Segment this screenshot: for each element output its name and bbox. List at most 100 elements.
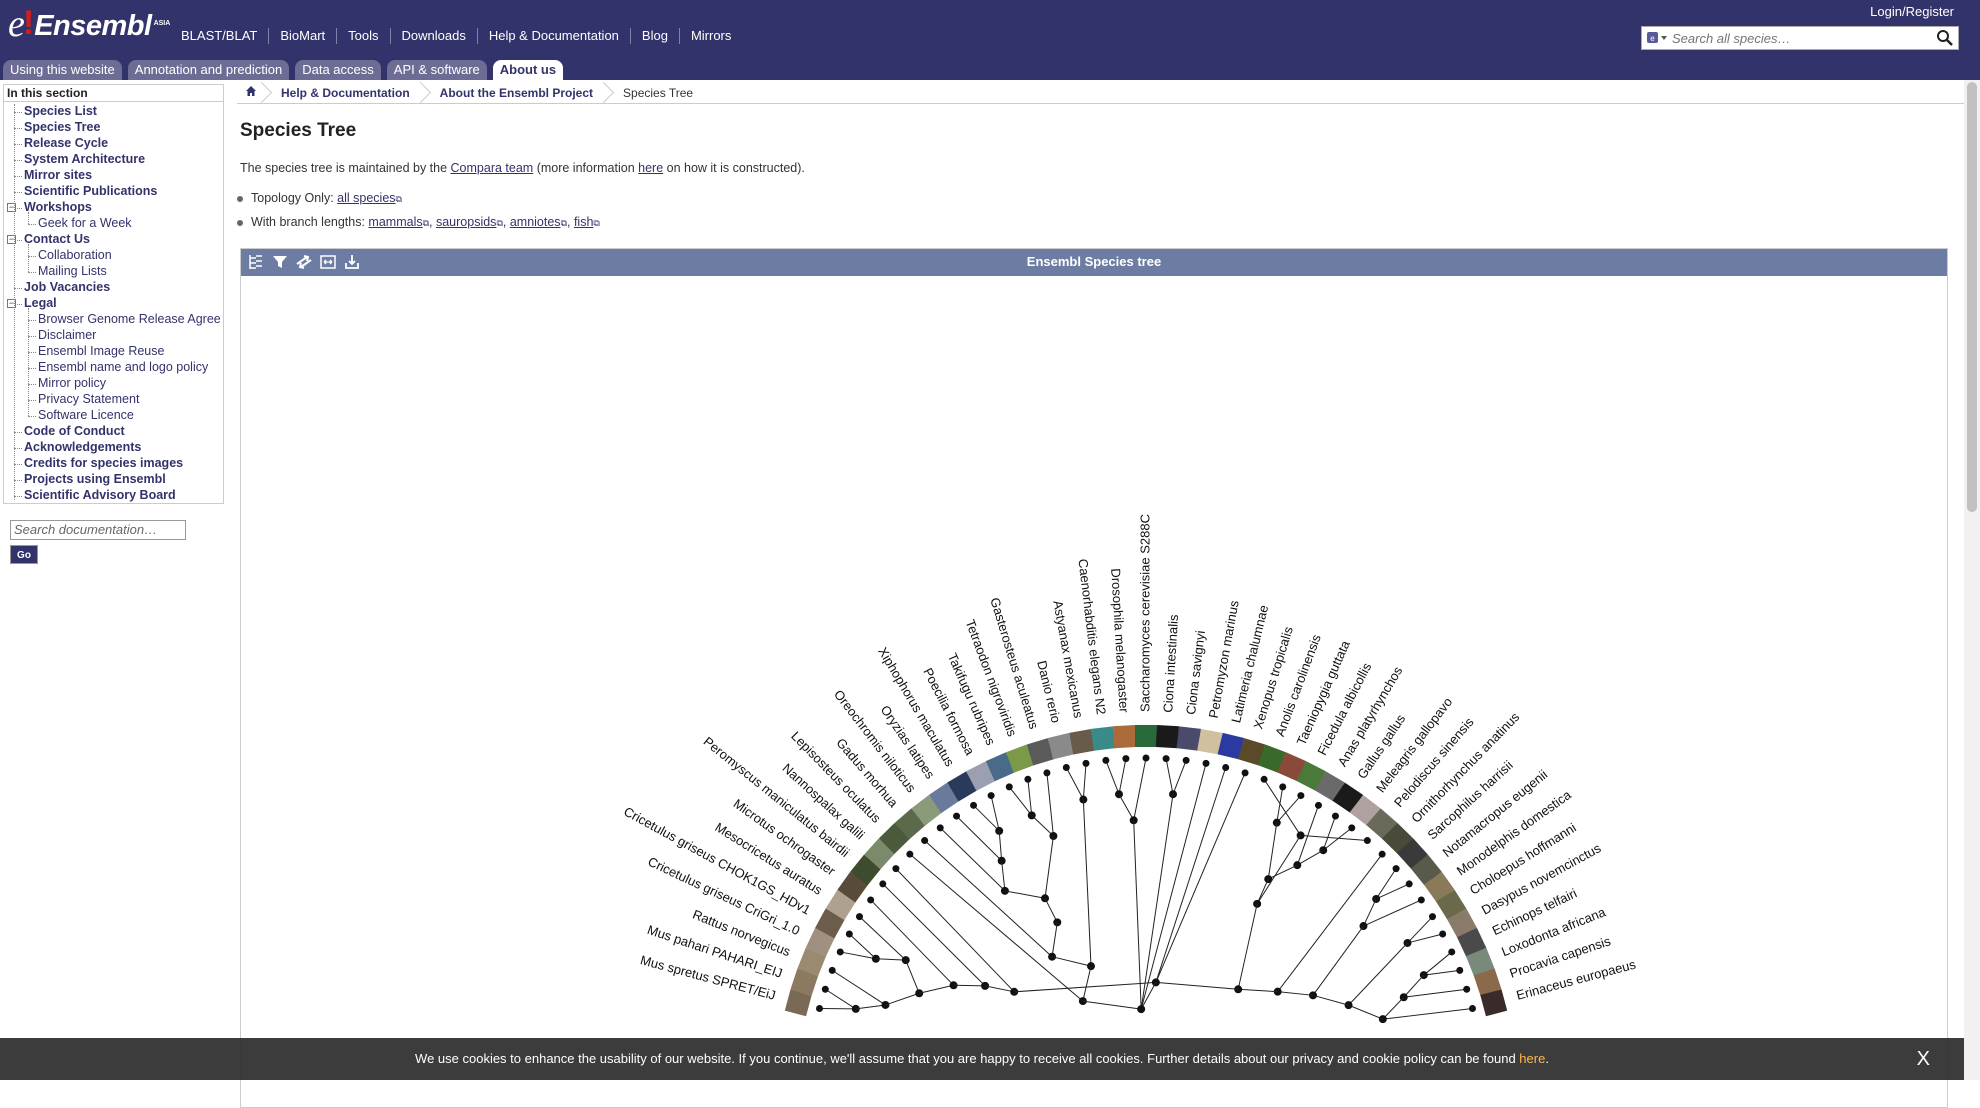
tab-data-access[interactable]: Data access [295, 60, 381, 80]
nav-item-acknowledgements[interactable]: Acknowledgements [24, 440, 141, 454]
cookie-close-button[interactable]: X [1917, 1038, 1930, 1080]
tree-branch [1313, 926, 1363, 995]
tree-node [1048, 953, 1056, 961]
tree-branch [906, 960, 919, 993]
tree-branch [1066, 768, 1083, 800]
leaf-node [906, 851, 913, 858]
compara-team-link[interactable]: Compara team [451, 161, 534, 175]
all-species-link[interactable]: all species [337, 191, 395, 205]
tree-branch [1238, 904, 1257, 989]
toolbar-blast[interactable]: BLAST/BLAT [173, 28, 268, 44]
search-icon[interactable] [1936, 29, 1954, 47]
toolbar-help[interactable]: Help & Documentation [477, 28, 630, 44]
leaf-node [1222, 764, 1229, 771]
doc-search-go-button[interactable]: Go [10, 545, 38, 564]
tree-branch [1083, 966, 1091, 1001]
leaf-node [846, 931, 853, 938]
nav-item-geek-for-a-week[interactable]: Geek for a Week [38, 216, 224, 230]
ensembl-logo[interactable]: e!EnsemblASIA [8, 6, 170, 42]
doc-search-input[interactable]: Search documentation… [10, 520, 186, 540]
toolbar-blog[interactable]: Blog [630, 28, 679, 44]
nav-item-mirror-policy[interactable]: Mirror policy [38, 376, 224, 390]
species-label[interactable]: Ciona savignyi [1183, 630, 1208, 716]
tab-annotation[interactable]: Annotation and prediction [128, 60, 289, 80]
species-label[interactable]: Saccharomyces cerevisiae S288C [1137, 514, 1152, 712]
leaf-node [1242, 769, 1249, 776]
scrollbar-thumb[interactable] [1967, 82, 1977, 512]
tree-branch [860, 917, 906, 960]
species-label[interactable]: Ciona intestinalis [1160, 614, 1181, 713]
search-input[interactable] [1672, 31, 1922, 46]
tree-branch [1278, 854, 1382, 992]
breadcrumb: Help & Documentation About the Ensembl P… [237, 82, 1964, 104]
home-icon[interactable] [237, 82, 263, 104]
tree-branch [1173, 760, 1186, 794]
nav-item-projects-using-ensembl[interactable]: Projects using Ensembl [24, 472, 166, 486]
nav-item-mailing-lists[interactable]: Mailing Lists [38, 264, 224, 278]
leaf-node [1082, 760, 1089, 767]
nav-item-contact-us[interactable]: Contact Us [24, 232, 90, 246]
toolbar-downloads[interactable]: Downloads [390, 28, 477, 44]
tab-using-website[interactable]: Using this website [3, 60, 122, 80]
main-tabs: Using this website Annotation and predic… [3, 60, 569, 80]
nav-item-software-licence[interactable]: Software Licence [38, 408, 224, 422]
tab-api-software[interactable]: API & software [387, 60, 487, 80]
species-selector-icon[interactable]: e [1642, 27, 1672, 49]
nav-item-privacy-statement[interactable]: Privacy Statement [38, 392, 224, 406]
tree-branch [1156, 773, 1245, 983]
leaf-node [816, 1005, 823, 1012]
leaf-node [892, 865, 899, 872]
nav-item-job-vacancies[interactable]: Job Vacancies [24, 280, 110, 294]
leaf-node [829, 967, 836, 974]
sauropsids-link[interactable]: sauropsids [436, 215, 496, 229]
more-info-link[interactable]: here [638, 161, 663, 175]
leaf-node [1024, 776, 1031, 783]
tree-branch [1134, 758, 1146, 820]
nav-item-system-architecture[interactable]: System Architecture [24, 152, 145, 166]
leaf-node [1348, 824, 1355, 831]
fish-link[interactable]: fish [574, 215, 593, 229]
tree-branch [1349, 943, 1408, 1005]
tree-node [1137, 1005, 1145, 1013]
nav-item-browser-genome-release-agree[interactable]: Browser Genome Release Agree [38, 312, 224, 326]
page-scrollbar[interactable] [1964, 80, 1980, 1080]
nav-item-credits-for-species-images[interactable]: Credits for species images [24, 456, 183, 470]
tab-about-us[interactable]: About us [493, 60, 563, 80]
tree-branch [954, 985, 986, 986]
toolbar-mirrors[interactable]: Mirrors [679, 28, 742, 44]
species-label[interactable]: Gasterosteus aculeatus [987, 596, 1042, 731]
nav-item-scientific-advisory-board[interactable]: Scientific Advisory Board [24, 488, 176, 502]
mammals-link[interactable]: mammals [368, 215, 422, 229]
breadcrumb-about[interactable]: About the Ensembl Project [422, 82, 605, 104]
tree-branch [840, 952, 876, 959]
nav-item-ensembl-image-reuse[interactable]: Ensembl Image Reuse [38, 344, 224, 358]
toolbar-biomart[interactable]: BioMart [268, 28, 336, 44]
species-label[interactable]: Drosophila melanogaster [1108, 568, 1132, 714]
cookie-policy-link[interactable]: here [1519, 1051, 1545, 1066]
nav-item-release-cycle[interactable]: Release Cycle [24, 136, 108, 150]
nav-item-ensembl-name-and-logo-policy[interactable]: Ensembl name and logo policy [38, 360, 224, 374]
nav-item-species-tree[interactable]: Species Tree [24, 120, 100, 134]
login-register-link[interactable]: Login/Register [1870, 4, 1954, 19]
nav-item-scientific-publications[interactable]: Scientific Publications [24, 184, 157, 198]
leaf-node [1439, 931, 1446, 938]
leaf-node [1297, 792, 1304, 799]
species-thumbnail [1091, 726, 1115, 750]
breadcrumb-help[interactable]: Help & Documentation [263, 82, 422, 104]
nav-item-mirror-sites[interactable]: Mirror sites [24, 168, 92, 182]
nav-item-workshops[interactable]: Workshops [24, 200, 92, 214]
nav-item-disclaimer[interactable]: Disclaimer [38, 328, 224, 342]
toolbar-tools[interactable]: Tools [336, 28, 389, 44]
leaf-node [1406, 880, 1413, 887]
leaf-node [988, 792, 995, 799]
tree-branch [1083, 1001, 1141, 1009]
nav-item-collaboration[interactable]: Collaboration [38, 248, 224, 262]
leaf-node [1203, 760, 1210, 767]
tree-branch [1028, 779, 1032, 815]
nav-item-code-of-conduct[interactable]: Code of Conduct [24, 424, 125, 438]
nav-item-species-list[interactable]: Species List [24, 104, 97, 118]
leaf-node [1315, 802, 1322, 809]
cookie-text: We use cookies to enhance the usability … [415, 1051, 1519, 1066]
tree-branch [999, 831, 1001, 861]
amniotes-link[interactable]: amniotes [510, 215, 561, 229]
